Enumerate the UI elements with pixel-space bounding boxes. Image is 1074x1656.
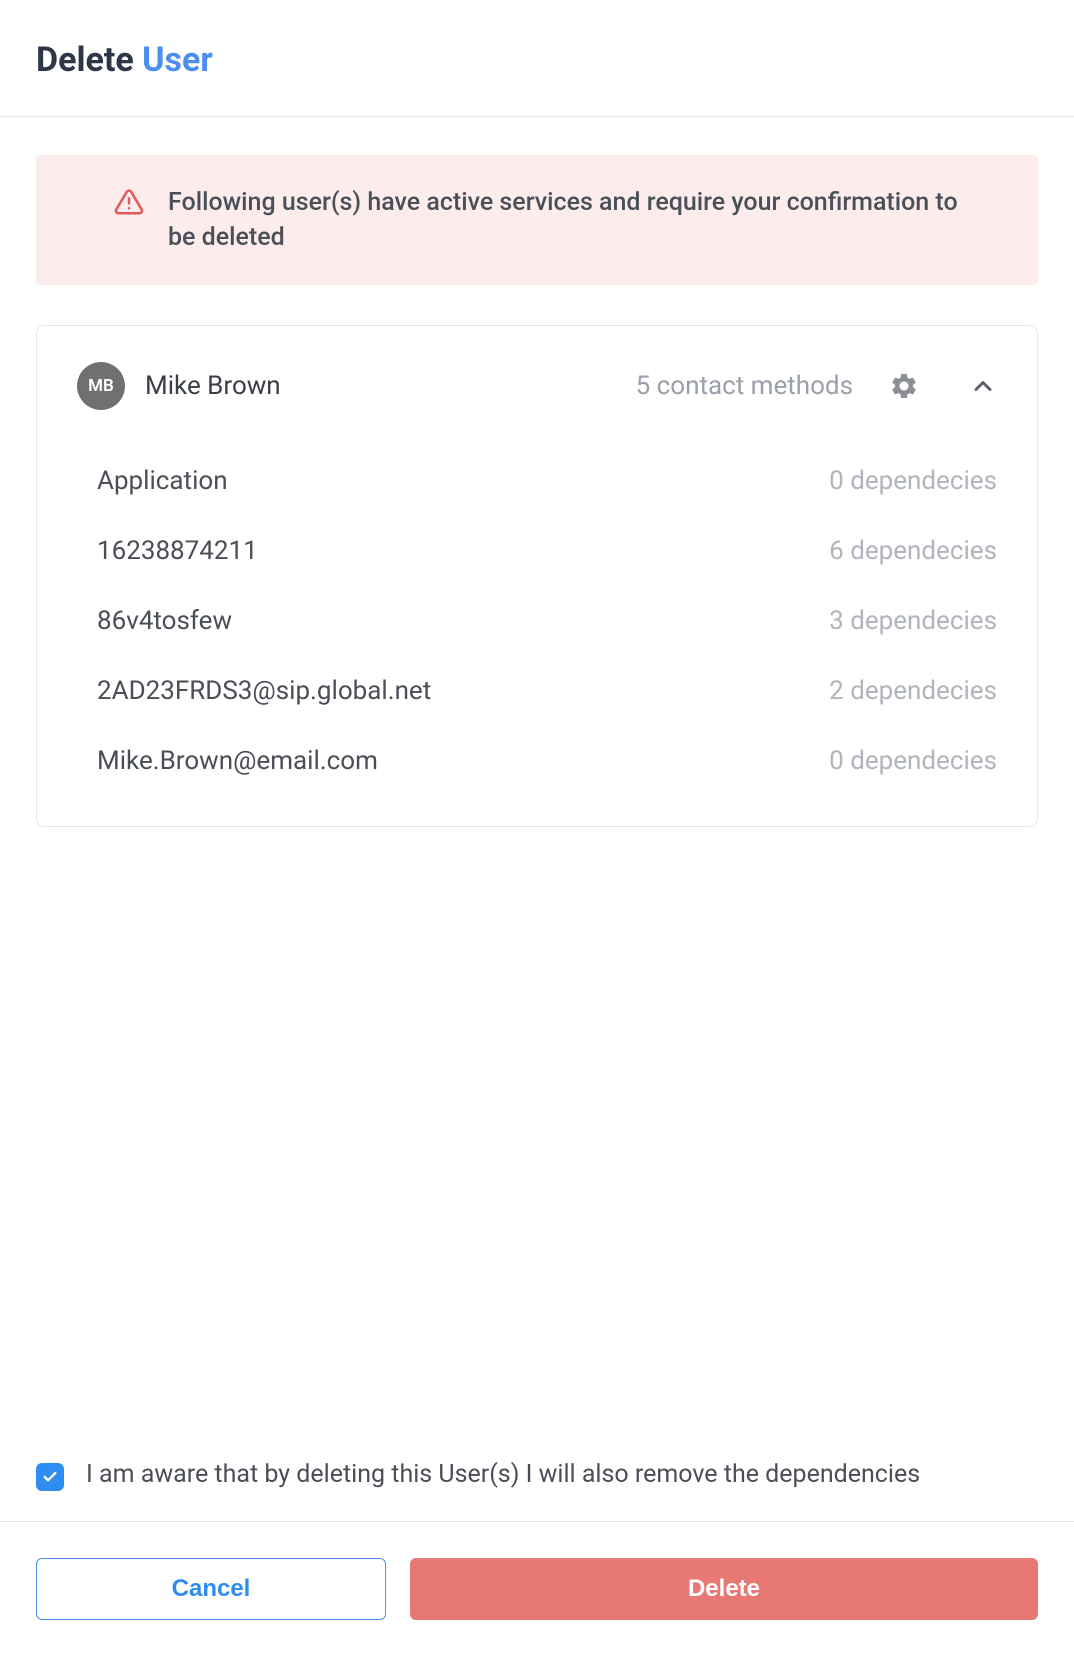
contact-label: 16238874211 [97, 536, 258, 566]
contact-item: 86v4tosfew 3 dependecies [97, 586, 997, 656]
user-name: Mike Brown [145, 371, 616, 401]
chevron-up-icon[interactable] [969, 372, 997, 400]
contact-dependencies: 0 dependecies [829, 466, 997, 496]
warning-message: Following user(s) have active services a… [168, 185, 990, 255]
contact-summary: 5 contact methods [636, 371, 853, 401]
cancel-button[interactable]: Cancel [36, 1558, 386, 1620]
user-summary-row: MB Mike Brown 5 contact methods [77, 362, 997, 410]
title-user-link[interactable]: User [142, 40, 213, 80]
contact-dependencies: 3 dependecies [829, 606, 997, 636]
contact-label: Mike.Brown@email.com [97, 746, 378, 776]
contact-label: Application [97, 466, 228, 496]
gear-icon[interactable] [889, 371, 919, 401]
page-title: Delete User [36, 40, 1038, 80]
contact-label: 2AD23FRDS3@sip.global.net [97, 676, 431, 706]
title-prefix: Delete [36, 40, 142, 80]
contact-item: Mike.Brown@email.com 0 dependecies [97, 726, 997, 796]
contact-list: Application 0 dependecies 16238874211 6 … [77, 446, 997, 796]
dialog-footer: Cancel Delete [0, 1521, 1074, 1656]
check-icon [42, 1469, 58, 1485]
confirm-text: I am aware that by deleting this User(s)… [86, 1457, 920, 1493]
dialog-content: Following user(s) have active services a… [0, 117, 1074, 1457]
contact-item: Application 0 dependecies [97, 446, 997, 516]
confirm-section: I am aware that by deleting this User(s)… [0, 1457, 1074, 1521]
contact-dependencies: 2 dependecies [829, 676, 997, 706]
avatar: MB [77, 362, 125, 410]
warning-alert: Following user(s) have active services a… [36, 155, 1038, 285]
contact-label: 86v4tosfew [97, 606, 232, 636]
contact-item: 16238874211 6 dependecies [97, 516, 997, 586]
dialog-header: Delete User [0, 0, 1074, 117]
confirm-checkbox[interactable] [36, 1463, 64, 1491]
contact-dependencies: 6 dependecies [829, 536, 997, 566]
contact-item: 2AD23FRDS3@sip.global.net 2 dependecies [97, 656, 997, 726]
contact-dependencies: 0 dependecies [829, 746, 997, 776]
warning-triangle-icon [114, 187, 144, 217]
delete-button[interactable]: Delete [410, 1558, 1038, 1620]
user-card: MB Mike Brown 5 contact methods Applicat… [36, 325, 1038, 827]
